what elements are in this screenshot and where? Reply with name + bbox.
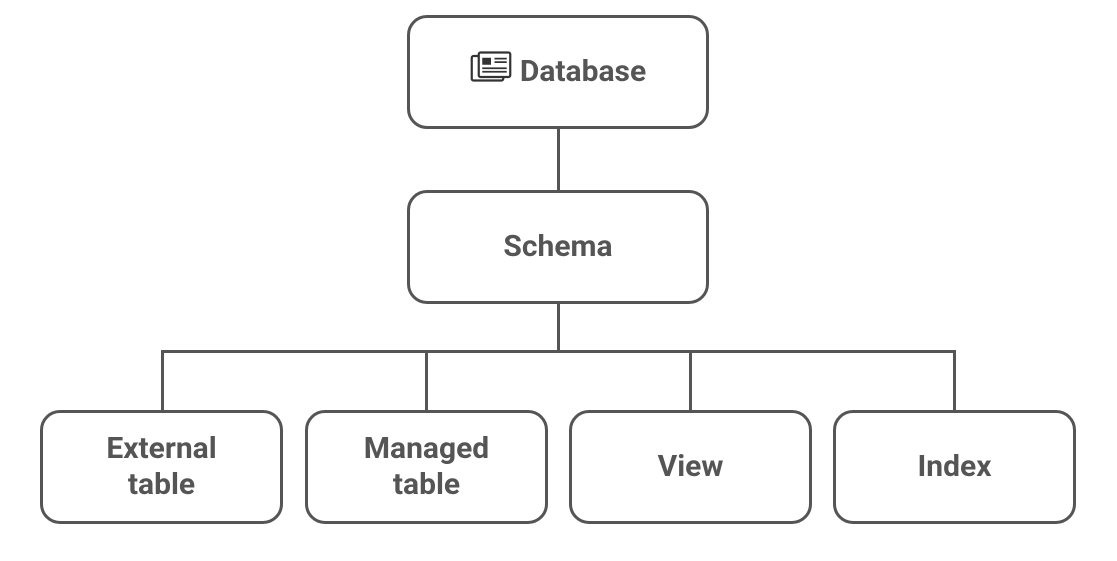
- node-view-label: View: [658, 449, 724, 485]
- node-external-table-label: External table: [106, 431, 216, 503]
- connector-to-view: [689, 350, 692, 410]
- connector-db-schema: [557, 129, 560, 190]
- node-content: Database: [470, 51, 646, 93]
- node-database: Database: [407, 15, 709, 129]
- node-external-table: External table: [40, 410, 283, 524]
- node-managed-table: Managed table: [305, 410, 548, 524]
- node-schema-label: Schema: [503, 229, 612, 265]
- connector-to-external: [161, 350, 164, 410]
- connector-to-managed: [425, 350, 428, 410]
- connector-horizontal: [161, 350, 956, 353]
- hierarchy-diagram: Database Schema External table Managed t…: [0, 0, 1117, 561]
- connector-schema-down: [557, 304, 560, 350]
- node-schema: Schema: [407, 190, 709, 304]
- node-view: View: [569, 410, 812, 524]
- node-index-label: Index: [918, 449, 992, 485]
- node-index: Index: [833, 410, 1076, 524]
- database-newspaper-icon: [470, 51, 512, 93]
- node-managed-table-label: Managed table: [364, 431, 489, 503]
- connector-to-index: [953, 350, 956, 410]
- node-database-label: Database: [520, 54, 646, 90]
